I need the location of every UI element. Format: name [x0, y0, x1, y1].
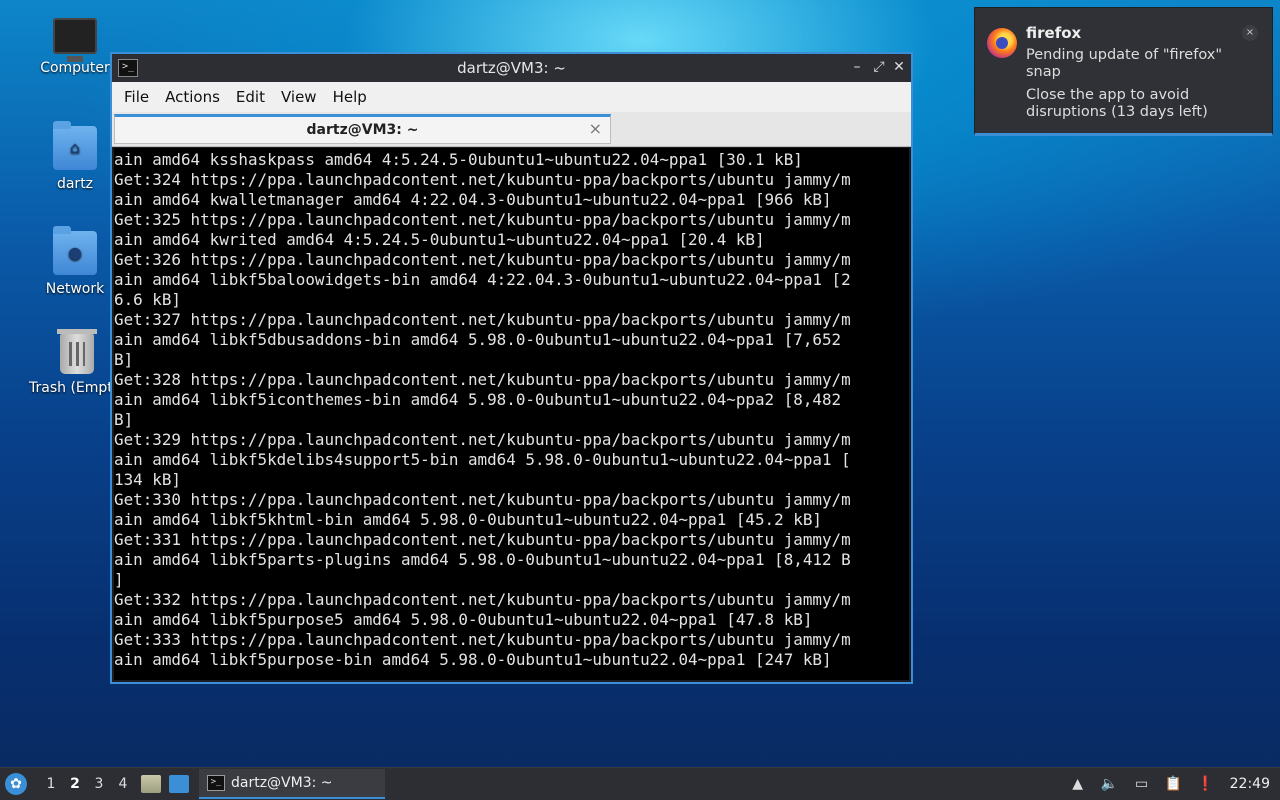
show-desktop-icon[interactable] — [169, 775, 189, 793]
terminal-line: 134 kB] — [114, 470, 181, 489]
window-titlebar[interactable]: >_ dartz@VM3: ~ – ⤢ ✕ — [112, 54, 911, 82]
terminal-line: Get:330 https://ppa.launchpadcontent.net… — [114, 490, 851, 509]
maximize-icon[interactable]: ⤢ — [869, 57, 889, 77]
terminal-line: ain amd64 libkf5purpose-bin amd64 5.98.0… — [114, 650, 832, 669]
tab-bar: dartz@VM3: ~ × — [112, 112, 911, 147]
notification-close-icon[interactable]: × — [1242, 25, 1258, 41]
terminal-task-icon: >_ — [207, 775, 225, 791]
terminal-line: Get:324 https://ppa.launchpadcontent.net… — [114, 170, 851, 189]
network-icon[interactable]: ▭ — [1132, 775, 1152, 793]
volume-icon[interactable]: 🔈 — [1100, 775, 1120, 793]
workspace-2[interactable]: 2 — [63, 776, 87, 792]
minimize-icon[interactable]: – — [847, 57, 867, 77]
update-notifier-icon[interactable]: ❗ — [1196, 775, 1216, 793]
window-title: dartz@VM3: ~ — [457, 59, 566, 77]
terminal-line: 6.6 kB] — [114, 290, 181, 309]
workspace-1[interactable]: 1 — [39, 776, 63, 792]
computer-icon — [53, 18, 97, 62]
menu-actions[interactable]: Actions — [157, 88, 228, 106]
terminal-line: Get:331 https://ppa.launchpadcontent.net… — [114, 530, 851, 549]
terminal-output[interactable]: ain amd64 ksshaskpass amd64 4:5.24.5-0ub… — [114, 148, 909, 680]
desktop-icon-home-folder[interactable]: ⌂ dartz — [27, 121, 123, 192]
terminal-line: Get:326 https://ppa.launchpadcontent.net… — [114, 250, 851, 269]
task-label: dartz@VM3: ~ — [231, 775, 333, 791]
clock[interactable]: 22:49 — [1230, 776, 1270, 792]
notification-detail: Close the app to avoid disruptions (13 d… — [1026, 87, 1208, 120]
terminal-line: ain amd64 kwalletmanager amd64 4:22.04.3… — [114, 190, 832, 209]
notification-title: firefox — [1026, 24, 1082, 42]
home-folder-icon: ⌂ — [53, 121, 97, 170]
terminal-line: ain amd64 libkf5kdelibs4support5-bin amd… — [114, 450, 851, 469]
terminal-line: Get:325 https://ppa.launchpadcontent.net… — [114, 210, 851, 229]
menu-bar: File Actions Edit View Help — [112, 82, 911, 112]
terminal-line: Get:329 https://ppa.launchpadcontent.net… — [114, 430, 851, 449]
terminal-line: ain amd64 libkf5parts-plugins amd64 5.98… — [114, 550, 851, 569]
tab-close-icon[interactable]: × — [589, 119, 602, 138]
network-folder-icon: ● — [53, 226, 97, 275]
menu-edit[interactable]: Edit — [228, 88, 273, 106]
terminal-line: Get:327 https://ppa.launchpadcontent.net… — [114, 310, 851, 329]
terminal-line: ] — [114, 570, 124, 589]
system-tray: ▲ 🔈 ▭ 📋 ❗ 22:49 — [1062, 768, 1280, 800]
start-menu-icon[interactable]: ✿ — [5, 773, 27, 795]
terminal-line: ain amd64 libkf5dbusaddons-bin amd64 5.9… — [114, 330, 842, 349]
workspace-3[interactable]: 3 — [87, 776, 111, 792]
desktop-icon-label: dartz — [56, 176, 94, 192]
desktop-icon-label: Trash (Empty) — [29, 380, 111, 396]
taskbar-task-terminal[interactable]: >_ dartz@VM3: ~ — [199, 769, 385, 799]
workspace-4[interactable]: 4 — [111, 776, 135, 792]
tray-expand-icon[interactable]: ▲ — [1068, 775, 1088, 793]
terminal-line: Get:332 https://ppa.launchpadcontent.net… — [114, 590, 851, 609]
terminal-line: Get:328 https://ppa.launchpadcontent.net… — [114, 370, 851, 389]
desktop-icon-network[interactable]: ● Network — [27, 226, 123, 297]
terminal-line: B] — [114, 350, 134, 369]
desktop-icon-label: Network — [45, 281, 105, 297]
menu-file[interactable]: File — [116, 88, 157, 106]
firefox-icon — [987, 28, 1017, 58]
terminal-line: ain amd64 kwrited amd64 4:5.24.5-0ubuntu… — [114, 230, 765, 249]
notification-popup[interactable]: firefox Pending update of "firefox" snap… — [974, 7, 1273, 136]
desktop-icon-trash[interactable]: Trash (Empty) — [23, 329, 111, 396]
terminal-tab[interactable]: dartz@VM3: ~ × — [114, 114, 611, 144]
terminal-line: ain amd64 libkf5purpose5 amd64 5.98.0-0u… — [114, 610, 813, 629]
terminal-line: ain amd64 libkf5khtml-bin amd64 5.98.0-0… — [114, 510, 822, 529]
terminal-line: B] — [114, 410, 134, 429]
desktop-icon-computer[interactable]: Computer — [27, 18, 123, 76]
tab-title: dartz@VM3: ~ — [306, 122, 419, 138]
terminal-line: Get:333 https://ppa.launchpadcontent.net… — [114, 630, 851, 649]
clipboard-icon[interactable]: 📋 — [1164, 775, 1184, 793]
file-manager-icon[interactable] — [141, 775, 161, 793]
terminal-line: ain amd64 ksshaskpass amd64 4:5.24.5-0ub… — [114, 150, 803, 169]
desktop-icon-label: Computer — [40, 60, 110, 76]
taskbar: ✿ 1 2 3 4 >_ dartz@VM3: ~ ▲ 🔈 ▭ 📋 ❗ 22:4… — [0, 767, 1280, 800]
menu-view[interactable]: View — [273, 88, 325, 106]
terminal-line: ain amd64 libkf5iconthemes-bin amd64 5.9… — [114, 390, 842, 409]
menu-help[interactable]: Help — [325, 88, 375, 106]
notification-body: Pending update of "firefox" snap — [1026, 47, 1223, 80]
close-icon[interactable]: ✕ — [889, 57, 909, 77]
terminal-window: >_ dartz@VM3: ~ – ⤢ ✕ File Actions Edit … — [110, 52, 913, 684]
terminal-line: ain amd64 libkf5baloowidgets-bin amd64 4… — [114, 270, 851, 289]
trash-icon — [57, 329, 97, 374]
